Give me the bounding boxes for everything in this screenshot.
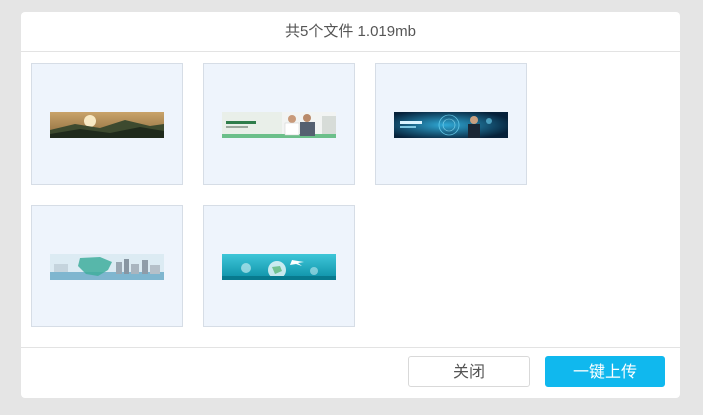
file-thumbnail-1[interactable] [31, 63, 183, 185]
dialog-title: 共5个文件 1.019mb [21, 12, 680, 52]
file-thumbnail-5[interactable] [203, 205, 355, 327]
upload-dialog: 共5个文件 1.019mb 关闭 一键上传 [21, 12, 680, 398]
file-thumbnail-2[interactable] [203, 63, 355, 185]
close-button[interactable]: 关闭 [408, 356, 530, 387]
file-thumbnail-3[interactable] [375, 63, 527, 185]
travel-globe-image [222, 254, 336, 280]
upload-all-button[interactable]: 一键上传 [545, 356, 665, 387]
dialog-footer: 关闭 一键上传 [21, 347, 680, 398]
tech-blue-image [394, 112, 508, 138]
file-thumbnail-4[interactable] [31, 205, 183, 327]
business-people-image [222, 112, 336, 138]
mountain-sunset-image [50, 112, 164, 138]
map-city-image [50, 254, 164, 280]
